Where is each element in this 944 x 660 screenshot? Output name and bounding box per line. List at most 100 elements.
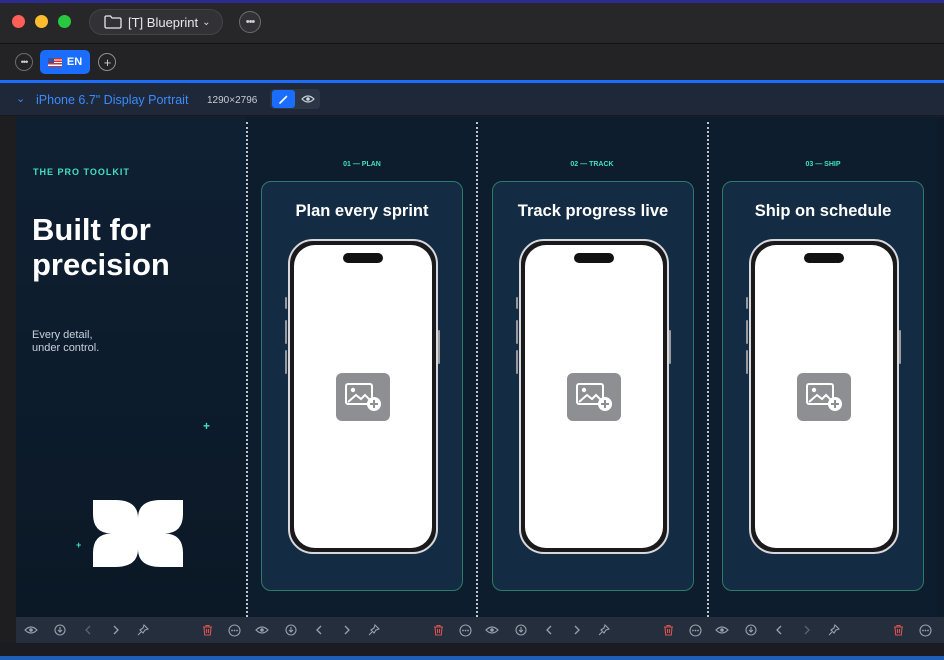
eye-button[interactable]	[23, 622, 39, 638]
phone-button	[438, 330, 440, 364]
screen-card[interactable]: Ship on schedule	[722, 181, 924, 591]
pencil-icon	[279, 95, 288, 104]
more-button[interactable]	[917, 622, 933, 638]
add-image-button[interactable]	[567, 372, 621, 421]
more-button[interactable]	[457, 622, 473, 638]
eye-button[interactable]	[714, 622, 730, 638]
phone-button	[899, 330, 901, 364]
more-button[interactable]	[687, 622, 703, 638]
phone-screen[interactable]	[755, 245, 893, 548]
add-image-icon	[806, 382, 842, 411]
download-button[interactable]	[52, 622, 68, 638]
chevron-left-button[interactable]	[771, 622, 787, 638]
us-flag-icon	[47, 57, 62, 67]
add-image-button[interactable]	[336, 372, 390, 421]
language-label: EN	[66, 56, 83, 68]
chevron-left-icon	[84, 625, 92, 635]
download-button[interactable]	[513, 622, 529, 638]
chevron-right-button[interactable]	[569, 622, 585, 638]
intro-eyebrow: THE PRO TOOLKIT	[33, 167, 130, 177]
chevron-right-icon	[343, 625, 351, 635]
add-language-button[interactable]: +	[98, 53, 116, 71]
add-image-icon	[576, 382, 612, 411]
card-title: Track progress live	[517, 202, 669, 220]
chevron-right-icon	[803, 625, 811, 635]
phone-mockup	[519, 239, 669, 554]
eye-button[interactable]	[484, 622, 500, 638]
more-icon	[458, 623, 472, 637]
chevron-left-icon	[315, 625, 323, 635]
dynamic-island	[804, 253, 844, 263]
more-button[interactable]	[226, 622, 242, 638]
dynamic-island	[343, 253, 383, 263]
download-icon	[285, 624, 297, 636]
phone-screen[interactable]	[525, 245, 663, 548]
project-title: [T] Blueprint	[128, 14, 199, 30]
phone-button	[285, 320, 287, 344]
minimize-window-button[interactable]	[35, 15, 48, 28]
pin-button[interactable]	[135, 622, 151, 638]
project-selector[interactable]: [T] Blueprint ⌄	[89, 9, 223, 35]
pin-button[interactable]	[366, 622, 382, 638]
edit-mode-button[interactable]	[272, 90, 295, 108]
sparkle-icon: +	[203, 419, 211, 433]
add-image-icon	[345, 382, 381, 411]
phone-button	[746, 297, 748, 309]
zoom-window-button[interactable]	[58, 15, 71, 28]
trash-button[interactable]	[199, 622, 215, 638]
pin-icon	[137, 624, 149, 636]
chevron-right-icon	[112, 625, 120, 635]
device-resolution: 1290×2796	[207, 95, 258, 106]
close-window-button[interactable]	[12, 15, 25, 28]
folder-icon	[104, 15, 122, 29]
trash-button[interactable]	[430, 622, 446, 638]
screen-card[interactable]: Plan every sprint	[261, 181, 463, 591]
chevron-right-button[interactable]	[108, 622, 124, 638]
more-icon: •••	[20, 57, 29, 67]
chevron-left-icon	[545, 625, 553, 635]
more-icon	[918, 623, 932, 637]
trash-button[interactable]	[890, 622, 906, 638]
phone-button	[516, 350, 518, 374]
download-icon	[745, 624, 757, 636]
pin-icon	[828, 624, 840, 636]
trash-icon	[202, 624, 213, 636]
phone-button	[285, 350, 287, 374]
eye-button[interactable]	[254, 622, 270, 638]
eye-icon	[24, 625, 38, 635]
chevron-right-button[interactable]	[339, 622, 355, 638]
language-more-button[interactable]: •••	[15, 53, 33, 71]
eye-icon	[255, 625, 269, 635]
chevron-right-button[interactable]	[799, 622, 815, 638]
download-icon	[515, 624, 527, 636]
chevron-left-button[interactable]	[311, 622, 327, 638]
download-button[interactable]	[283, 622, 299, 638]
language-tab-en[interactable]: EN	[40, 50, 90, 74]
more-icon: •••	[245, 16, 256, 28]
dynamic-island	[574, 253, 614, 263]
collapse-chevron-icon[interactable]: ⌄	[16, 92, 25, 105]
trash-icon	[433, 624, 444, 636]
chevron-left-button[interactable]	[80, 622, 96, 638]
chevron-left-button[interactable]	[541, 622, 557, 638]
sparkle-icon: +	[76, 540, 82, 550]
phone-button	[285, 297, 287, 309]
download-button[interactable]	[743, 622, 759, 638]
pin-button[interactable]	[826, 622, 842, 638]
screen-card[interactable]: Track progress live	[492, 181, 694, 591]
device-name[interactable]: iPhone 6.7" Display Portrait	[36, 93, 188, 107]
phone-screen[interactable]	[294, 245, 432, 548]
card-title: Plan every sprint	[295, 202, 429, 220]
intro-headline: Built for precision	[32, 212, 170, 282]
trash-icon	[663, 624, 674, 636]
panel-divider	[246, 122, 248, 617]
trash-button[interactable]	[660, 622, 676, 638]
more-options-button[interactable]: •••	[239, 11, 261, 33]
pin-button[interactable]	[596, 622, 612, 638]
preview-mode-button[interactable]	[297, 90, 319, 108]
phone-button	[669, 330, 671, 364]
brand-logo	[93, 500, 183, 567]
chevron-down-icon: ⌄	[202, 16, 211, 28]
add-image-button[interactable]	[797, 372, 851, 421]
phone-button	[516, 320, 518, 344]
